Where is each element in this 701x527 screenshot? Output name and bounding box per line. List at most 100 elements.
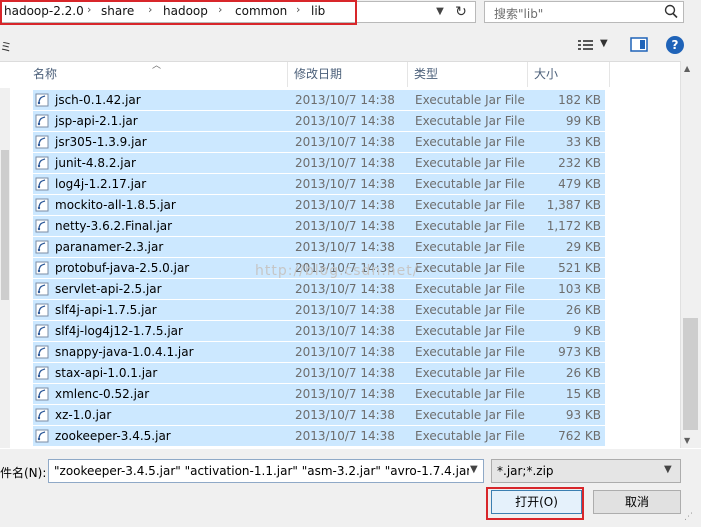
- file-size: 762 KB: [558, 429, 601, 443]
- file-row[interactable]: junit-4.8.2.jar 2013/10/7 14:38 Executable…: [33, 153, 605, 174]
- scroll-thumb[interactable]: [683, 318, 698, 430]
- file-name: jsp-api-2.1.jar: [55, 114, 138, 128]
- chevron-down-icon[interactable]: ▼: [664, 464, 672, 475]
- nav-pane-scroll-thumb[interactable]: [1, 150, 9, 300]
- file-size: 15 KB: [565, 387, 601, 401]
- file-type: Executable Jar File: [415, 366, 525, 380]
- jar-file-icon: [35, 282, 49, 296]
- file-size: 29 KB: [565, 240, 601, 254]
- file-date: 2013/10/7 14:38: [295, 345, 395, 359]
- file-row[interactable]: xz-1.0.jar 2013/10/7 14:38 Executable Jar …: [33, 405, 605, 426]
- file-row[interactable]: jsp-api-2.1.jar 2013/10/7 14:38 Executable…: [33, 111, 605, 132]
- jar-file-icon: [35, 261, 49, 275]
- file-size: 521 KB: [558, 261, 601, 275]
- help-icon[interactable]: ?: [666, 36, 684, 54]
- file-date: 2013/10/7 14:38: [295, 114, 395, 128]
- file-size: 93 KB: [565, 408, 601, 422]
- file-date: 2013/10/7 14:38: [295, 366, 395, 380]
- file-row[interactable]: jsch-0.1.42.jar 2013/10/7 14:38 Executable…: [33, 90, 605, 111]
- chevron-down-icon[interactable]: ▼: [470, 464, 478, 475]
- column-date[interactable]: 修改日期: [288, 62, 408, 87]
- file-row[interactable]: servlet-api-2.5.jar 2013/10/7 14:38 Execut…: [33, 279, 605, 300]
- file-date: 2013/10/7 14:38: [295, 135, 395, 149]
- file-name: paranamer-2.3.jar: [55, 240, 164, 254]
- file-date: 2013/10/7 14:38: [295, 387, 395, 401]
- highlight-box: [0, 0, 357, 25]
- file-name: slf4j-api-1.7.5.jar: [55, 303, 157, 317]
- file-row[interactable]: slf4j-api-1.7.5.jar 2013/10/7 14:38 Execut…: [33, 300, 605, 321]
- filename-value[interactable]: "zookeeper-3.4.5.jar" "activation-1.1.ja…: [54, 464, 469, 478]
- jar-file-icon: [35, 177, 49, 191]
- file-row[interactable]: snappy-java-1.0.4.1.jar 2013/10/7 14:38 Ex…: [33, 342, 605, 363]
- preview-pane-icon[interactable]: [630, 37, 648, 53]
- jar-file-icon: [35, 303, 49, 317]
- search-placeholder: 搜索"lib": [494, 7, 544, 21]
- cancel-button[interactable]: 取消: [593, 490, 681, 514]
- jar-file-icon: [35, 324, 49, 338]
- file-row[interactable]: slf4j-log4j12-1.7.5.jar 2013/10/7 14:38 Ex…: [33, 321, 605, 342]
- file-name: protobuf-java-2.5.0.jar: [55, 261, 190, 275]
- jar-file-icon: [35, 345, 49, 359]
- scroll-up-icon[interactable]: ▲: [684, 64, 690, 73]
- refresh-icon[interactable]: ↻: [450, 3, 472, 21]
- file-row[interactable]: log4j-1.2.17.jar 2013/10/7 14:38 Executabl…: [33, 174, 605, 195]
- file-row[interactable]: zookeeper-3.4.5.jar 2013/10/7 14:38 Execut…: [33, 426, 605, 447]
- jar-file-icon: [35, 219, 49, 233]
- file-name: netty-3.6.2.Final.jar: [55, 219, 173, 233]
- file-date: 2013/10/7 14:38: [295, 240, 395, 254]
- file-row[interactable]: mockito-all-1.8.5.jar 2013/10/7 14:38 Exec…: [33, 195, 605, 216]
- jar-file-icon: [35, 114, 49, 128]
- file-size: 1,387 KB: [546, 198, 601, 212]
- file-name: servlet-api-2.5.jar: [55, 282, 162, 296]
- file-name: xmlenc-0.52.jar: [55, 387, 150, 401]
- filename-label: 件名(N):: [0, 466, 47, 480]
- file-row[interactable]: paranamer-2.3.jar 2013/10/7 14:38 Executab…: [33, 237, 605, 258]
- resize-grip-icon[interactable]: ⋰: [684, 512, 693, 522]
- file-row[interactable]: jsr305-1.3.9.jar 2013/10/7 14:38 Executabl…: [33, 132, 605, 153]
- file-type: Executable Jar File: [415, 114, 525, 128]
- file-type: Executable Jar File: [415, 345, 525, 359]
- file-date: 2013/10/7 14:38: [295, 429, 395, 443]
- file-date: 2013/10/7 14:38: [295, 303, 395, 317]
- view-options-icon[interactable]: [577, 38, 595, 52]
- file-size: 232 KB: [558, 156, 601, 170]
- file-date: 2013/10/7 14:38: [295, 93, 395, 107]
- jar-file-icon: [35, 156, 49, 170]
- file-date: 2013/10/7 14:38: [295, 198, 395, 212]
- file-row[interactable]: netty-3.6.2.Final.jar 2013/10/7 14:38 Exec…: [33, 216, 605, 237]
- jar-file-icon: [35, 429, 49, 443]
- file-size: 99 KB: [565, 114, 601, 128]
- jar-file-icon: [35, 93, 49, 107]
- file-type: Executable Jar File: [415, 198, 525, 212]
- file-type: Executable Jar File: [415, 408, 525, 422]
- file-name: xz-1.0.jar: [55, 408, 112, 422]
- file-type: Executable Jar File: [415, 429, 525, 443]
- file-type: Executable Jar File: [415, 261, 525, 275]
- file-size: 973 KB: [558, 345, 601, 359]
- sort-ascending-icon: ︿: [152, 61, 162, 71]
- file-name: stax-api-1.0.1.jar: [55, 366, 158, 380]
- file-type: Executable Jar File: [415, 219, 525, 233]
- search-icon[interactable]: [662, 3, 680, 21]
- watermark: http://blog.csdn.net/: [255, 263, 419, 279]
- scroll-down-icon[interactable]: ▼: [684, 436, 690, 445]
- organize-menu-fragment[interactable]: ミ: [0, 38, 12, 55]
- file-type-value[interactable]: *.jar;*.zip: [497, 464, 554, 478]
- jar-file-icon: [35, 366, 49, 380]
- file-size: 1,172 KB: [546, 219, 601, 233]
- chevron-down-icon[interactable]: ▼: [432, 3, 448, 21]
- jar-file-icon: [35, 198, 49, 212]
- jar-file-icon: [35, 408, 49, 422]
- file-type: Executable Jar File: [415, 282, 525, 296]
- file-row[interactable]: stax-api-1.0.1.jar 2013/10/7 14:38 Executa…: [33, 363, 605, 384]
- chevron-down-icon[interactable]: ▼: [600, 38, 608, 49]
- file-type: Executable Jar File: [415, 135, 525, 149]
- column-type[interactable]: 类型: [408, 62, 528, 87]
- column-size[interactable]: 大小: [528, 62, 610, 87]
- file-type: Executable Jar File: [415, 324, 525, 338]
- jar-file-icon: [35, 240, 49, 254]
- column-header: 名称 修改日期 类型 大小: [0, 62, 680, 88]
- file-date: 2013/10/7 14:38: [295, 219, 395, 233]
- file-row[interactable]: xmlenc-0.52.jar 2013/10/7 14:38 Executable…: [33, 384, 605, 405]
- file-name: junit-4.8.2.jar: [55, 156, 136, 170]
